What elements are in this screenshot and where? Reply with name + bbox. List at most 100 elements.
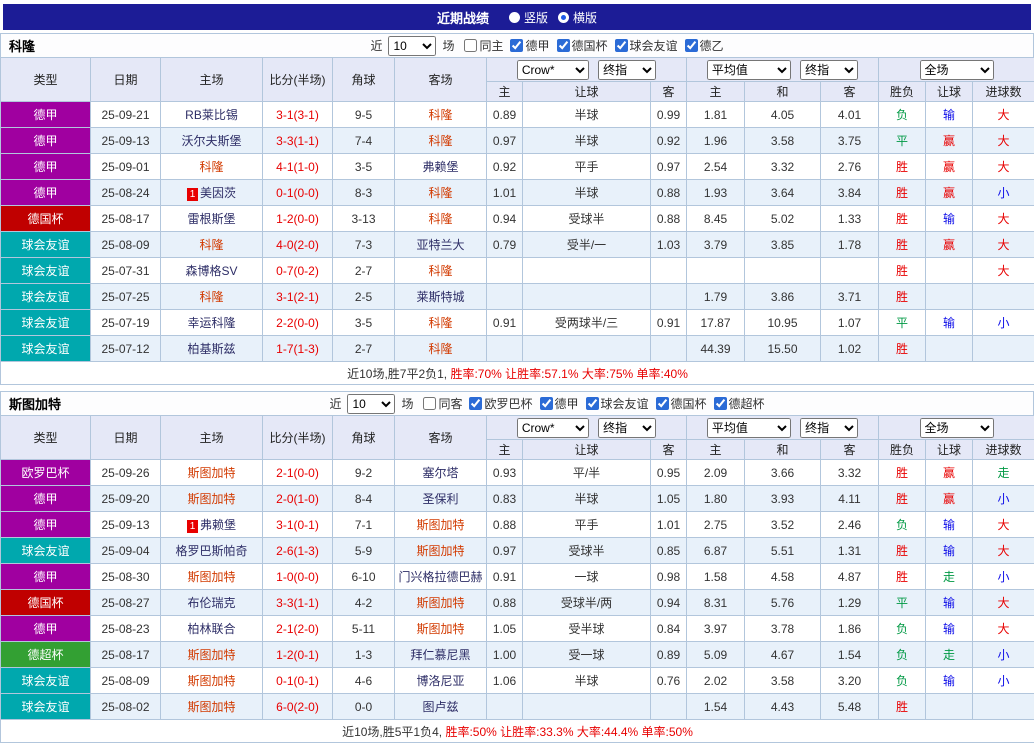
full-match-select[interactable]: 全场 [920, 418, 994, 438]
team-link[interactable]: 弗赖堡 [200, 518, 236, 532]
filter-checkbox[interactable] [615, 39, 628, 52]
filter-德甲[interactable]: 德甲 [510, 37, 549, 54]
odds-stage-select[interactable]: 终指 [598, 418, 656, 438]
away-team[interactable]: 科隆 [395, 258, 487, 284]
filter-checkbox[interactable] [656, 397, 669, 410]
away-team[interactable]: 科隆 [395, 128, 487, 154]
filter-checkbox[interactable] [510, 39, 523, 52]
home-team[interactable]: 雷根斯堡 [161, 206, 263, 232]
filter-checkbox[interactable] [586, 397, 599, 410]
filter-同主[interactable]: 同主 [464, 37, 503, 54]
team-link[interactable]: 科隆 [428, 186, 452, 200]
away-team[interactable]: 拜仁慕尼黑 [395, 642, 487, 668]
team-link[interactable]: 斯图加特 [187, 700, 235, 714]
filter-checkbox[interactable] [557, 39, 570, 52]
filter-checkbox[interactable] [714, 397, 727, 410]
filter-checkbox[interactable] [540, 397, 553, 410]
home-team[interactable]: 斯图加特 [161, 486, 263, 512]
filter-德乙[interactable]: 德乙 [685, 37, 724, 54]
home-team[interactable]: 斯图加特 [161, 460, 263, 486]
team-link[interactable]: 科隆 [428, 316, 452, 330]
filter-checkbox[interactable] [423, 397, 436, 410]
away-team[interactable]: 斯图加特 [395, 590, 487, 616]
team-link[interactable]: 博洛尼亚 [416, 674, 464, 688]
team-link[interactable]: 莱斯特城 [416, 290, 464, 304]
away-team[interactable]: 门兴格拉德巴赫 [395, 564, 487, 590]
team-link[interactable]: 斯图加特 [187, 492, 235, 506]
home-team[interactable]: 柏林联合 [161, 616, 263, 642]
home-team[interactable]: 布伦瑞克 [161, 590, 263, 616]
team-link[interactable]: 幸运科隆 [187, 316, 235, 330]
filter-checkbox[interactable] [685, 39, 698, 52]
team-link[interactable]: 科隆 [428, 108, 452, 122]
away-team[interactable]: 科隆 [395, 336, 487, 362]
away-team[interactable]: 斯图加特 [395, 512, 487, 538]
away-team[interactable]: 莱斯特城 [395, 284, 487, 310]
team-link[interactable]: 柏基斯兹 [187, 342, 235, 356]
team-link[interactable]: 斯图加特 [187, 466, 235, 480]
team-link[interactable]: 弗赖堡 [422, 160, 458, 174]
filter-德国杯[interactable]: 德国杯 [557, 37, 608, 54]
away-team[interactable]: 斯图加特 [395, 616, 487, 642]
team-link[interactable]: 斯图加特 [187, 674, 235, 688]
home-team[interactable]: 森博格SV [161, 258, 263, 284]
team-link[interactable]: 科隆 [199, 238, 223, 252]
home-team[interactable]: 1弗赖堡 [161, 512, 263, 538]
home-team[interactable]: RB莱比锡 [161, 102, 263, 128]
team-link[interactable]: 斯图加特 [187, 570, 235, 584]
filter-同客[interactable]: 同客 [423, 395, 462, 412]
filter-德甲[interactable]: 德甲 [540, 395, 579, 412]
team-link[interactable]: 科隆 [428, 212, 452, 226]
filter-德国杯[interactable]: 德国杯 [656, 395, 707, 412]
layout-radio-horizontal[interactable]: 横版 [558, 9, 597, 26]
away-team[interactable]: 塞尔塔 [395, 460, 487, 486]
filter-德超杯[interactable]: 德超杯 [714, 395, 765, 412]
avg-stage-select[interactable]: 终指 [800, 418, 858, 438]
home-team[interactable]: 科隆 [161, 154, 263, 180]
team-link[interactable]: 拜仁慕尼黑 [410, 648, 470, 662]
team-link[interactable]: 斯图加特 [187, 648, 235, 662]
away-team[interactable]: 亚特兰大 [395, 232, 487, 258]
team-link[interactable]: 科隆 [199, 160, 223, 174]
avg-stage-select[interactable]: 终指 [800, 60, 858, 80]
team-link[interactable]: 斯图加特 [416, 596, 464, 610]
odds-company-select[interactable]: Crow* [517, 418, 589, 438]
home-team[interactable]: 科隆 [161, 232, 263, 258]
team-link[interactable]: 科隆 [428, 342, 452, 356]
home-team[interactable]: 柏基斯兹 [161, 336, 263, 362]
odds-company-select[interactable]: Crow* [517, 60, 589, 80]
team-link[interactable]: 森博格SV [185, 264, 237, 278]
home-team[interactable]: 幸运科隆 [161, 310, 263, 336]
away-team[interactable]: 图卢兹 [395, 694, 487, 720]
home-team[interactable]: 斯图加特 [161, 564, 263, 590]
match-count-select[interactable]: 10 [388, 36, 436, 56]
filter-checkbox[interactable] [469, 397, 482, 410]
odds-stage-select[interactable]: 终指 [598, 60, 656, 80]
team-link[interactable]: 美因茨 [200, 186, 236, 200]
away-team[interactable]: 斯图加特 [395, 538, 487, 564]
match-count-select[interactable]: 10 [347, 394, 395, 414]
home-team[interactable]: 沃尔夫斯堡 [161, 128, 263, 154]
team-link[interactable]: 亚特兰大 [416, 238, 464, 252]
home-team[interactable]: 格罗巴斯帕奇 [161, 538, 263, 564]
team-link[interactable]: 斯图加特 [416, 518, 464, 532]
team-link[interactable]: 斯图加特 [416, 544, 464, 558]
team-link[interactable]: 科隆 [428, 134, 452, 148]
away-team[interactable]: 科隆 [395, 206, 487, 232]
filter-球会友谊[interactable]: 球会友谊 [586, 395, 649, 412]
team-link[interactable]: 科隆 [428, 264, 452, 278]
team-link[interactable]: 科隆 [199, 290, 223, 304]
team-link[interactable]: 沃尔夫斯堡 [181, 134, 241, 148]
away-team[interactable]: 博洛尼亚 [395, 668, 487, 694]
avg-odds-select[interactable]: 平均值 [707, 60, 791, 80]
home-team[interactable]: 斯图加特 [161, 694, 263, 720]
away-team[interactable]: 弗赖堡 [395, 154, 487, 180]
team-link[interactable]: 塞尔塔 [422, 466, 458, 480]
filter-球会友谊[interactable]: 球会友谊 [615, 37, 678, 54]
away-team[interactable]: 圣保利 [395, 486, 487, 512]
team-link[interactable]: 圣保利 [422, 492, 458, 506]
home-team[interactable]: 斯图加特 [161, 642, 263, 668]
team-link[interactable]: 布伦瑞克 [187, 596, 235, 610]
team-link[interactable]: 斯图加特 [416, 622, 464, 636]
avg-odds-select[interactable]: 平均值 [707, 418, 791, 438]
